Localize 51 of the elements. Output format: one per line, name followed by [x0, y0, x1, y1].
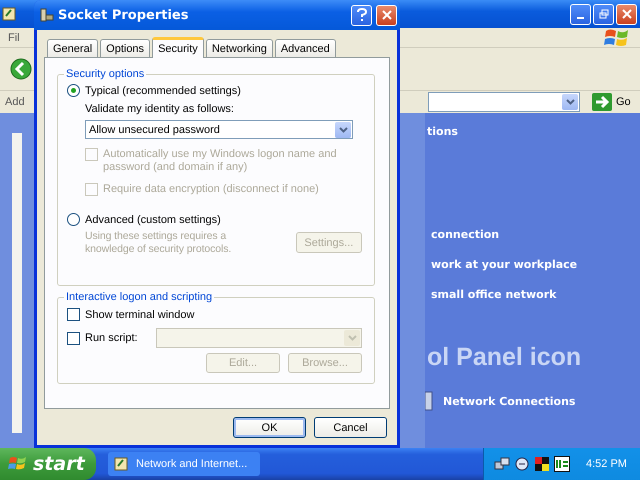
taskbar-button[interactable]: Network and Internet... — [108, 452, 260, 476]
close-button[interactable] — [376, 4, 397, 26]
banner-heading: ol Panel icon — [427, 343, 582, 372]
radio-label[interactable]: Advanced (custom settings) — [85, 214, 221, 226]
address-field[interactable] — [428, 92, 580, 112]
close-button[interactable] — [616, 4, 637, 24]
task-link[interactable]: connection — [431, 228, 640, 241]
clock: 4:52 PM — [586, 458, 627, 470]
group-title: Security options — [64, 68, 146, 80]
radio-button[interactable] — [67, 84, 80, 97]
group-title: Interactive logon and scripting — [64, 291, 214, 303]
start-button[interactable]: start — [0, 448, 96, 480]
tab[interactable]: General — [47, 39, 98, 57]
radio-button[interactable] — [67, 213, 80, 226]
radio-label[interactable]: Typical (recommended settings) — [85, 84, 241, 96]
tab[interactable]: Options — [100, 39, 150, 57]
socket-icon — [40, 8, 54, 22]
checkbox-label[interactable]: Show terminal window — [85, 308, 194, 320]
task-link[interactable]: small office network — [431, 288, 640, 301]
close-icon — [382, 10, 392, 20]
tab[interactable]: Networking — [206, 39, 273, 57]
help-button[interactable] — [351, 4, 372, 26]
identity-dropdown[interactable]: Allow unsecured password — [85, 120, 353, 139]
tab[interactable]: Advanced — [274, 39, 336, 57]
window-icon — [114, 456, 130, 472]
menu-item[interactable]: Fil — [8, 32, 20, 44]
close-icon — [622, 9, 632, 19]
cancel-button[interactable]: Cancel — [314, 417, 387, 438]
checkbox-label[interactable]: Run script: — [85, 332, 156, 344]
help-icon — [356, 8, 366, 22]
restore-icon — [598, 9, 608, 19]
minimize-button[interactable] — [570, 4, 591, 24]
back-icon[interactable] — [10, 58, 32, 80]
ok-button[interactable]: OK — [233, 417, 306, 438]
checkbox[interactable] — [67, 308, 80, 321]
control-panel-link[interactable]: Network Connections — [443, 394, 576, 408]
minimize-icon — [577, 16, 584, 18]
validate-label: Validate my identity as follows: — [85, 103, 235, 115]
window-title: Socket Properties — [58, 8, 190, 22]
address-label: Add — [5, 96, 26, 108]
checkbox[interactable] — [67, 332, 80, 344]
flag-icon[interactable] — [534, 456, 550, 472]
help-text: Using these settings requires a knowledge of security protocols. — [85, 230, 232, 256]
windows-logo-icon — [604, 26, 630, 48]
section-heading: tions — [427, 125, 459, 138]
task-link[interactable]: work at your workplace — [431, 258, 640, 271]
window-icon — [2, 6, 18, 22]
restore-button[interactable] — [593, 4, 614, 24]
tab[interactable]: Security — [152, 37, 204, 58]
arrow-icon — [592, 93, 612, 111]
go-button[interactable]: Go — [588, 93, 635, 111]
